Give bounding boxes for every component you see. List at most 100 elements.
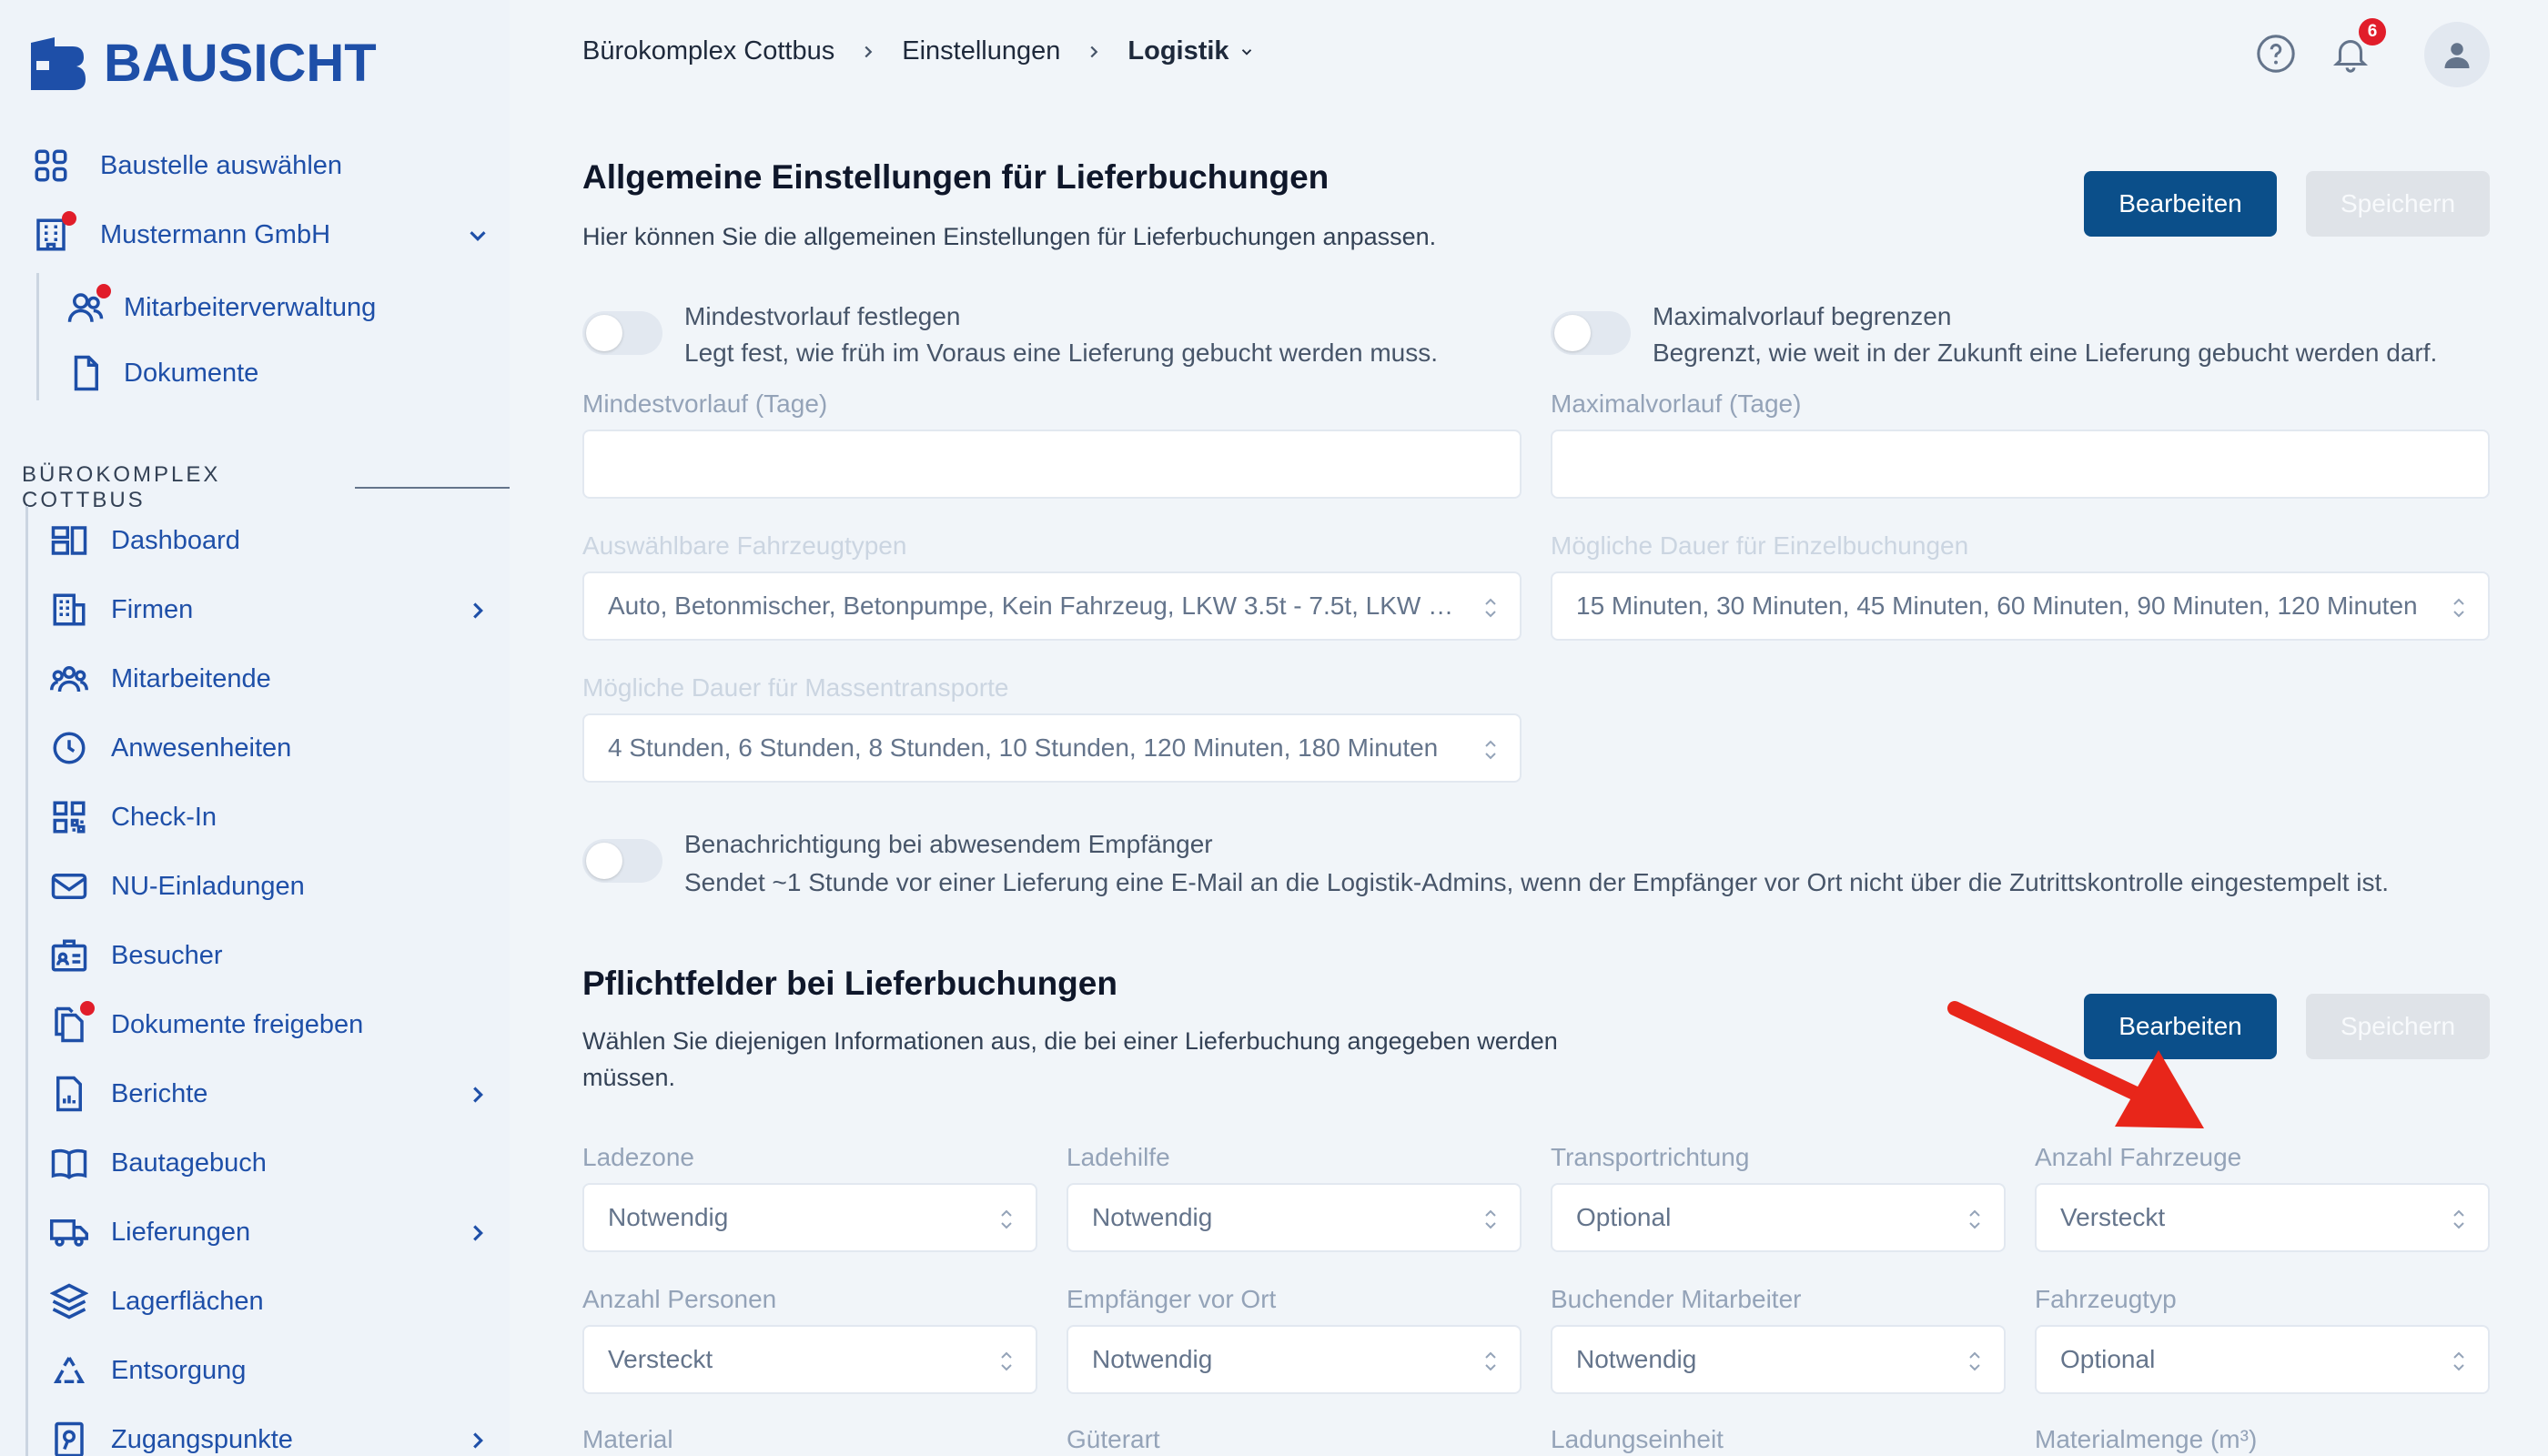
recipient-onsite-select[interactable]: Notwendig bbox=[1067, 1325, 1522, 1394]
help-icon[interactable] bbox=[2255, 33, 2297, 75]
breadcrumb-settings[interactable]: Einstellungen bbox=[902, 36, 1060, 66]
notification-dot bbox=[80, 1001, 95, 1016]
chevron-down-icon[interactable] bbox=[464, 222, 491, 257]
clock-icon bbox=[49, 728, 89, 768]
sidebar-item-site-diary[interactable]: Bautagebuch bbox=[49, 1138, 267, 1188]
loading-aid-select[interactable]: Notwendig bbox=[1067, 1183, 1522, 1252]
vehicle-type-select[interactable]: Optional bbox=[2035, 1325, 2490, 1394]
chevron-right-icon[interactable] bbox=[464, 1219, 491, 1254]
sidebar-item-visitors[interactable]: Besucher bbox=[49, 930, 223, 981]
chevron-right-icon bbox=[858, 36, 878, 66]
vehicle-types-select[interactable]: Auto, Betonmischer, Betonpumpe, Kein Fah… bbox=[582, 571, 1522, 641]
select-value: Optional bbox=[1576, 1203, 1672, 1231]
avatar[interactable] bbox=[2424, 22, 2490, 87]
bausicht-logo-icon bbox=[31, 36, 86, 90]
select-value: Notwendig bbox=[1092, 1203, 1213, 1231]
sidebar-item-dashboard[interactable]: Dashboard bbox=[49, 515, 240, 566]
booking-employee-select[interactable]: Notwendig bbox=[1551, 1325, 2006, 1394]
sidebar-item-share-documents[interactable]: Dokumente freigeben bbox=[49, 999, 363, 1050]
sidebar-item-disposal[interactable]: Entsorgung bbox=[49, 1345, 246, 1396]
absent-recipient-toggle[interactable] bbox=[582, 839, 662, 883]
envelope-icon bbox=[49, 866, 89, 906]
chevron-down-icon[interactable] bbox=[1229, 36, 1255, 66]
transport-direction-select[interactable]: Optional bbox=[1551, 1183, 2006, 1252]
sidebar-item-label: Berichte bbox=[111, 1078, 208, 1108]
breadcrumb-project[interactable]: Bürokomplex Cottbus bbox=[582, 36, 834, 66]
sidebar-item-label: Dokumente freigeben bbox=[111, 1009, 364, 1039]
required-fields-description-2: müssen. bbox=[582, 1064, 676, 1091]
sidebar-item-documents[interactable]: Dokumente bbox=[66, 348, 258, 399]
sidebar-item-check-in[interactable]: Check-In bbox=[49, 792, 217, 843]
min-lead-toggle[interactable] bbox=[582, 311, 662, 355]
sidebar-item-label: NU-Einladungen bbox=[111, 871, 305, 901]
report-icon bbox=[49, 1074, 89, 1114]
sidebar-item-label: Check-In bbox=[111, 802, 217, 832]
max-lead-description: Begrenzt, wie weit in der Zukunft eine L… bbox=[1653, 339, 2438, 367]
breadcrumb-logistics[interactable]: Logistik bbox=[1127, 36, 1228, 66]
logo-text: BAUSICHT bbox=[104, 34, 377, 93]
select-value: Versteckt bbox=[2060, 1203, 2166, 1231]
recycle-icon bbox=[49, 1350, 89, 1390]
access-point-icon bbox=[49, 1420, 89, 1456]
sidebar-item-invitations[interactable]: NU-Einladungen bbox=[49, 861, 305, 912]
min-lead-label: Mindestvorlauf (Tage) bbox=[582, 389, 828, 418]
vehicle-types-label: Auswählbare Fahrzeugtypen bbox=[582, 531, 907, 560]
sidebar-item-storage-areas[interactable]: Lagerflächen bbox=[49, 1276, 264, 1327]
single-duration-select[interactable]: 15 Minuten, 30 Minuten, 45 Minuten, 60 M… bbox=[1551, 571, 2490, 641]
sidebar-item-access-points[interactable]: Zugangspunkte bbox=[49, 1414, 491, 1456]
chevron-updown-icon bbox=[996, 1349, 1017, 1374]
chevron-updown-icon bbox=[1480, 1349, 1502, 1374]
field-label: Güterart bbox=[1067, 1425, 1160, 1453]
save-required-button[interactable]: Speichern bbox=[2306, 994, 2490, 1059]
sidebar-item-attendance[interactable]: Anwesenheiten bbox=[49, 723, 291, 774]
sidebar-item-label: Zugangspunkte bbox=[111, 1424, 293, 1454]
sidebar-item-label: Entsorgung bbox=[111, 1355, 247, 1385]
absent-recipient-description: Sendet ~1 Stunde vor einer Lieferung ein… bbox=[684, 868, 2390, 896]
min-lead-input[interactable] bbox=[582, 430, 1522, 499]
save-general-button[interactable]: Speichern bbox=[2306, 171, 2490, 237]
field-label: Buchender Mitarbeiter bbox=[1551, 1285, 1802, 1313]
select-value: Versteckt bbox=[608, 1345, 713, 1373]
sidebar-item-reports[interactable]: Berichte bbox=[49, 1068, 491, 1119]
logo[interactable]: BAUSICHT bbox=[27, 33, 377, 94]
mass-duration-select[interactable]: 4 Stunden, 6 Stunden, 8 Stunden, 10 Stun… bbox=[582, 713, 1522, 783]
max-lead-input[interactable] bbox=[1551, 430, 2490, 499]
sidebar-item-label: Dokumente bbox=[124, 358, 259, 388]
sidebar-item-employee-management[interactable]: Mitarbeiterverwaltung bbox=[66, 282, 376, 333]
toggle-knob bbox=[586, 315, 622, 351]
person-count-select[interactable]: Versteckt bbox=[582, 1325, 1037, 1394]
max-lead-label: Maximalvorlauf (Tage) bbox=[1551, 389, 1802, 418]
annotation-arrow-icon bbox=[1947, 1001, 2204, 1128]
sidebar-item-staff[interactable]: Mitarbeitende bbox=[49, 653, 271, 704]
chevron-right-icon bbox=[1084, 36, 1104, 66]
mass-duration-label: Mögliche Dauer für Massentransporte bbox=[582, 673, 1009, 702]
sidebar-item-label: Lieferungen bbox=[111, 1217, 251, 1247]
section-divider bbox=[354, 487, 510, 489]
general-settings-description: Hier können Sie die allgemeinen Einstell… bbox=[582, 223, 1437, 250]
submenu-line bbox=[36, 273, 39, 400]
sidebar-item-deliveries[interactable]: Lieferungen bbox=[49, 1207, 491, 1258]
sidebar-item-company[interactable]: Mustermann GmbH bbox=[31, 209, 491, 260]
loading-zone-select[interactable]: Notwendig bbox=[582, 1183, 1037, 1252]
sidebar-item-label: Anwesenheiten bbox=[111, 733, 292, 763]
chevron-right-icon[interactable] bbox=[464, 1081, 491, 1116]
max-lead-title: Maximalvorlauf begrenzen bbox=[1653, 302, 1952, 330]
notification-dot bbox=[96, 284, 111, 298]
notification-dot bbox=[62, 211, 76, 226]
visitor-badge-icon bbox=[49, 935, 89, 976]
field-label: Anzahl Fahrzeuge bbox=[2035, 1143, 2242, 1171]
edit-general-button[interactable]: Bearbeiten bbox=[2084, 171, 2277, 237]
required-fields-description-1: Wählen Sie diejenigen Informationen aus,… bbox=[582, 1027, 1558, 1055]
chevron-updown-icon bbox=[2448, 595, 2470, 621]
chevron-updown-icon bbox=[1964, 1349, 1986, 1374]
sidebar-item-label: Lagerflächen bbox=[111, 1286, 264, 1316]
sidebar-item-companies[interactable]: Firmen bbox=[49, 584, 491, 635]
field-label: Material bbox=[582, 1425, 673, 1453]
sidebar-item-select-site[interactable]: Baustelle auswählen bbox=[31, 140, 342, 191]
max-lead-toggle[interactable] bbox=[1551, 311, 1631, 355]
layers-icon bbox=[49, 1281, 89, 1321]
chevron-right-icon[interactable] bbox=[464, 597, 491, 632]
vehicle-count-select[interactable]: Versteckt bbox=[2035, 1183, 2490, 1252]
chevron-right-icon[interactable] bbox=[464, 1427, 491, 1456]
notification-badge: 6 bbox=[2359, 18, 2386, 46]
